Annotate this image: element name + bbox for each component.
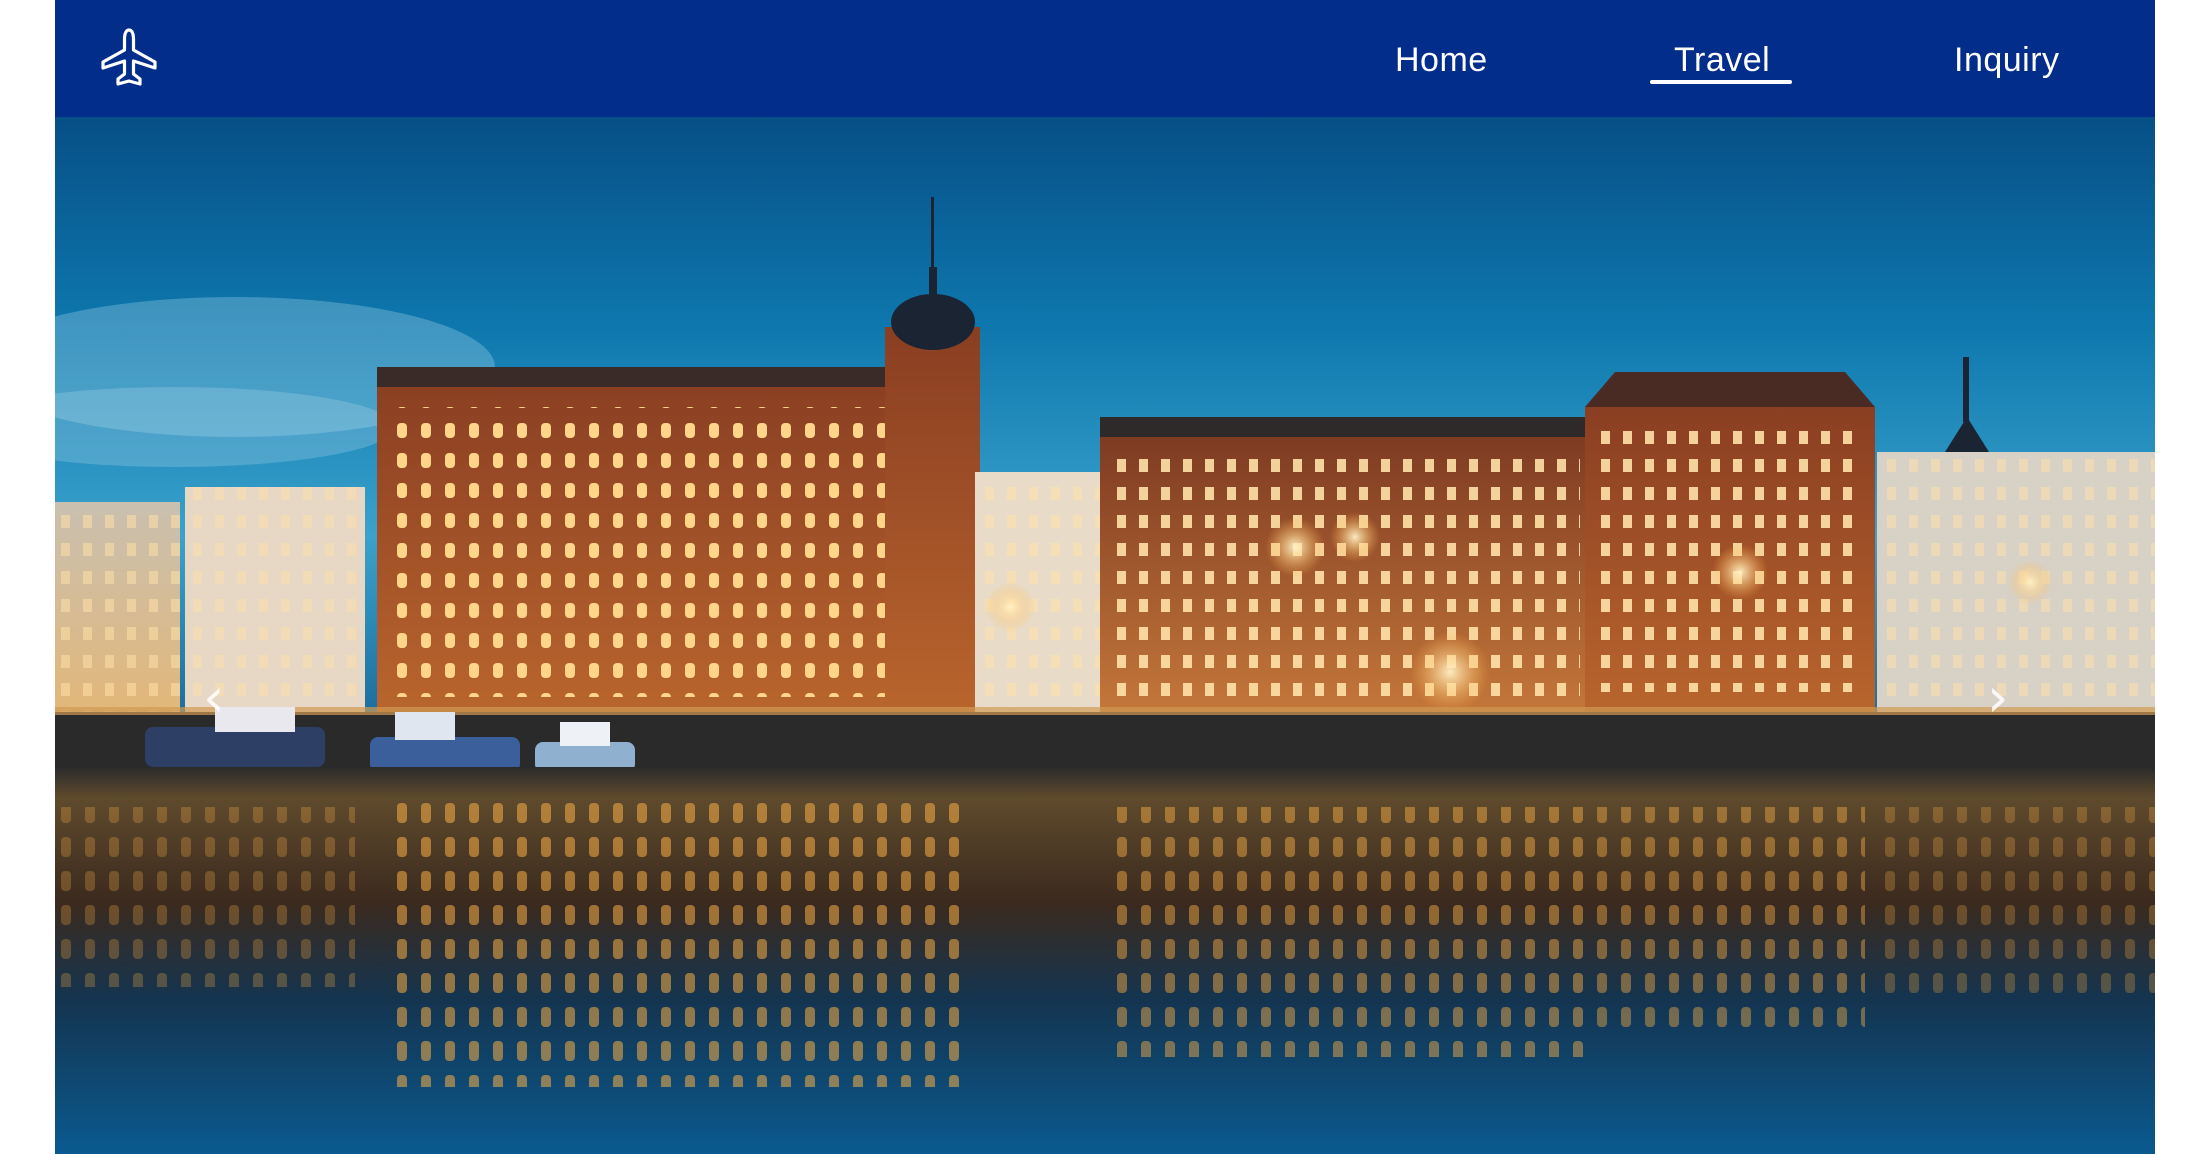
- nav-home-link[interactable]: Home: [1395, 40, 1488, 80]
- nav-inquiry-link[interactable]: Inquiry: [1954, 40, 2060, 80]
- hero-image: ‹ ›: [55, 117, 2155, 1154]
- chevron-left-icon[interactable]: ‹: [203, 671, 225, 725]
- night-city-waterfront-photo: [55, 117, 2155, 1154]
- top-navbar: Home Travel Inquiry: [55, 0, 2155, 117]
- page: Home Travel Inquiry ‹ ›: [55, 0, 2155, 1154]
- chevron-right-icon[interactable]: ›: [1987, 671, 2009, 725]
- nav-travel-link[interactable]: Travel: [1674, 40, 1770, 80]
- airplane-icon[interactable]: [97, 26, 161, 90]
- active-nav-underline: [1650, 80, 1792, 84]
